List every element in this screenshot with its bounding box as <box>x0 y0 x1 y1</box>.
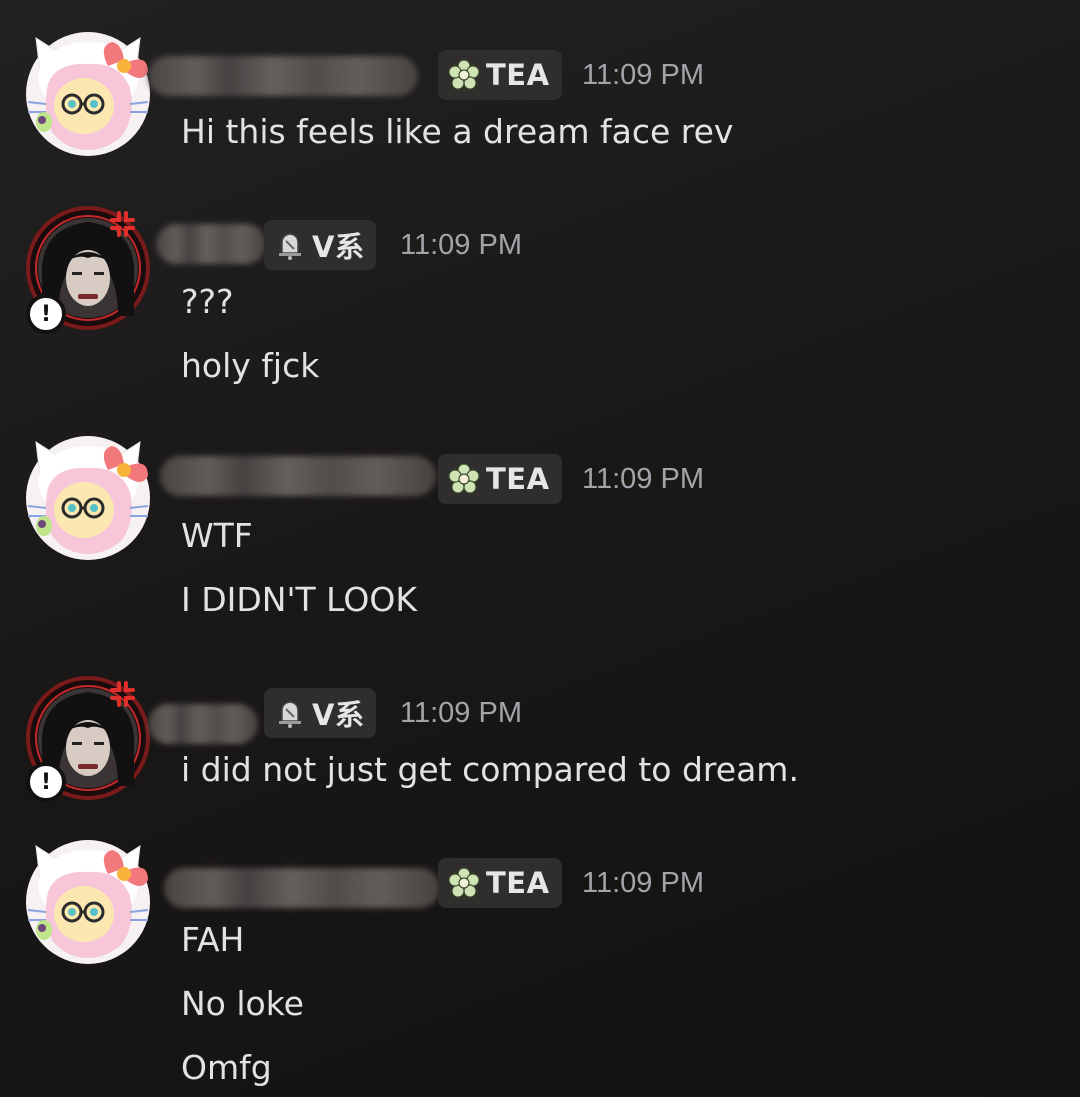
message-text: i did not just get compared to dream. <box>181 750 799 789</box>
message-header: TEA 11:09 PM <box>162 858 862 914</box>
user-avatar[interactable] <box>26 32 150 156</box>
message-text: Hi this feels like a dream face rev <box>181 112 734 151</box>
message-text: holy fjck <box>181 346 320 385</box>
message-timestamp[interactable]: 11:09 PM <box>582 463 704 496</box>
role-tag[interactable]: TEA <box>438 454 562 504</box>
message-timestamp[interactable]: 11:09 PM <box>400 697 522 730</box>
message-timestamp[interactable]: 11:09 PM <box>400 229 522 262</box>
redacted-username[interactable] <box>160 456 436 496</box>
role-tag[interactable]: V系 <box>264 220 377 270</box>
role-tag-label: TEA <box>486 462 550 496</box>
role-tag-label: V系 <box>312 230 365 264</box>
flower-icon <box>448 463 480 495</box>
message-header: TEA 11:09 PM <box>160 454 862 510</box>
alert-status-badge: ! <box>26 762 66 802</box>
role-tag-label: V系 <box>312 698 365 732</box>
message-text: WTF <box>181 516 253 555</box>
message-timestamp[interactable]: 11:09 PM <box>582 867 704 900</box>
user-avatar[interactable] <box>26 436 150 560</box>
avatar-image <box>26 436 150 560</box>
role-tag[interactable]: TEA <box>438 50 562 100</box>
message-header: V系 11:09 PM <box>156 220 862 276</box>
redacted-username[interactable] <box>148 704 258 744</box>
role-tag-label: TEA <box>486 58 550 92</box>
redacted-username[interactable] <box>164 868 440 908</box>
message-text: FAH <box>181 920 245 959</box>
user-avatar[interactable] <box>26 840 150 964</box>
alert-status-badge: ! <box>26 294 66 334</box>
message-text: No loke <box>181 984 304 1023</box>
message-text: I DIDN'T LOOK <box>181 580 417 619</box>
redacted-username[interactable] <box>156 224 266 264</box>
role-tag[interactable]: TEA <box>438 858 562 908</box>
message-timestamp[interactable]: 11:09 PM <box>582 59 704 92</box>
redacted-username[interactable] <box>148 56 418 96</box>
bell-icon <box>274 697 306 729</box>
role-tag[interactable]: V系 <box>264 688 377 738</box>
role-tag-label: TEA <box>486 866 550 900</box>
flower-icon <box>448 59 480 91</box>
message-text: ??? <box>181 282 234 321</box>
message-header: TEA 11:09 PM <box>148 50 862 106</box>
message-text: Omfg <box>181 1048 272 1087</box>
message-header: V系 11:09 PM <box>148 688 862 744</box>
avatar-image <box>26 840 150 964</box>
flower-icon <box>448 867 480 899</box>
avatar-image <box>26 32 150 156</box>
bell-icon <box>274 229 306 261</box>
